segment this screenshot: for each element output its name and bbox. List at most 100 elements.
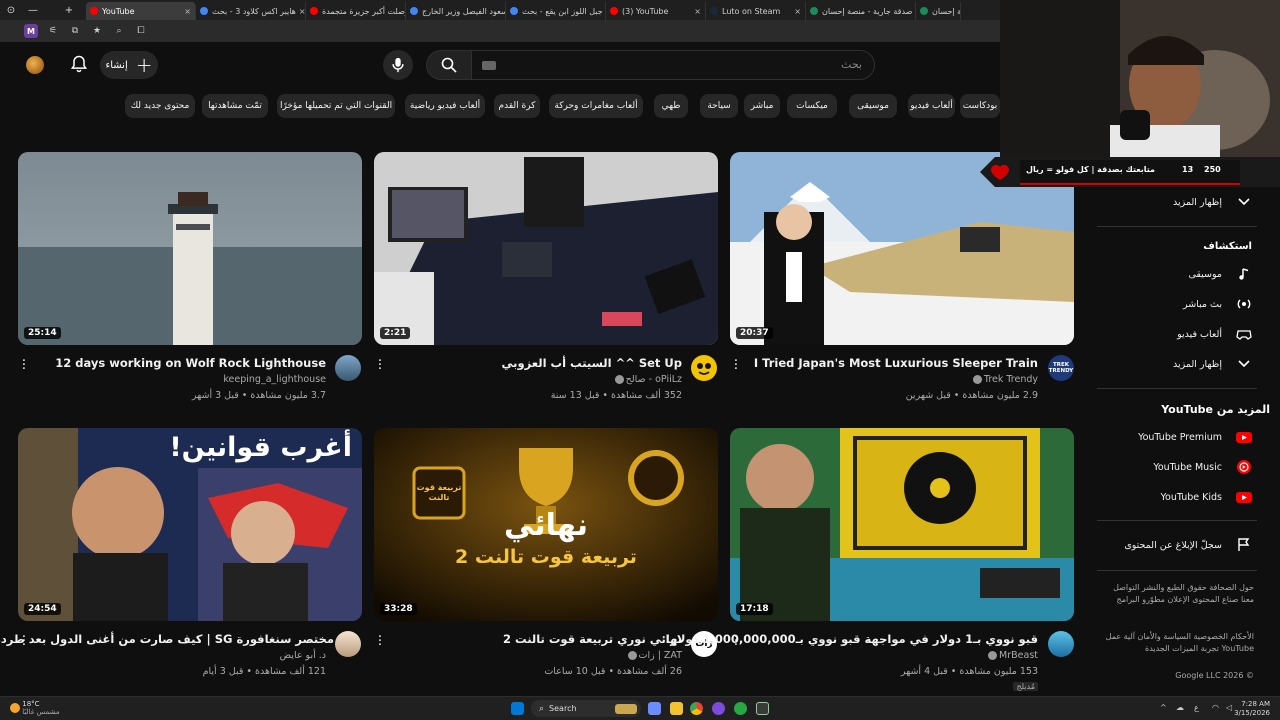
more-options-icon[interactable]: · · · <box>732 355 740 376</box>
sidebar-item-premium[interactable]: YouTube Premium <box>1138 427 1252 447</box>
star-icon[interactable]: ★ <box>90 24 104 38</box>
extension-icon[interactable]: ⚟ <box>46 24 60 38</box>
youtube-header: إنشاء + بحث <box>0 42 1000 88</box>
volume-icon[interactable]: ◁ <box>1226 703 1232 712</box>
video-thumbnail[interactable]: أغرب قوانين! 24:54 <box>18 428 362 621</box>
channel-avatar[interactable] <box>691 355 717 381</box>
window-menu-icon[interactable]: ⊙ <box>0 0 22 20</box>
channel-avatar[interactable] <box>1048 631 1074 657</box>
new-tab-button[interactable]: + <box>58 0 80 20</box>
keyboard-icon[interactable] <box>482 61 496 70</box>
tab-close-icon[interactable]: × <box>296 7 305 16</box>
browser-tab[interactable]: صدقة جارية - منصة إحسان× <box>806 2 916 20</box>
browser-tab[interactable]: منصة إحسان× <box>916 2 961 20</box>
filter-chip[interactable]: ألعاب فيديو رياضية <box>405 94 485 118</box>
browser-tab[interactable]: سعود الفيصل وزير الخارج× <box>406 2 506 20</box>
video-thumbnail[interactable]: 17:18 <box>730 428 1074 621</box>
tab-close-icon[interactable]: × <box>691 7 701 16</box>
browser-app-icon[interactable] <box>712 702 725 715</box>
video-thumbnail[interactable]: 2:21 <box>374 152 718 345</box>
create-button[interactable]: إنشاء + <box>100 51 158 79</box>
filter-chip[interactable]: سياحة <box>700 94 738 118</box>
video-thumbnail[interactable]: 25:14 <box>18 152 362 345</box>
browser-tab[interactable]: Luto on Steam × <box>706 2 806 20</box>
video-meta: 3.7 مليون مشاهدة • قبل 3 أشهر <box>191 390 326 401</box>
tray-chevron-icon[interactable]: ^ <box>1160 703 1167 712</box>
browser-tab[interactable]: هايبر اكس كلاود 3 - بحث × <box>196 2 306 20</box>
sidebar-item-kids[interactable]: YouTube Kids <box>1161 487 1252 507</box>
terminal-icon[interactable] <box>756 702 769 715</box>
filter-chip[interactable]: ميكسات <box>787 94 837 118</box>
zoom-icon[interactable]: ⌕ <box>112 24 126 38</box>
file-explorer-icon[interactable] <box>670 702 683 715</box>
channel-avatar[interactable] <box>335 631 361 657</box>
channel-avatar[interactable]: TREK TRENDY <box>1048 355 1074 381</box>
minimize-icon[interactable]: — <box>22 0 44 20</box>
sidebar-item-music-app[interactable]: YouTube Music <box>1153 457 1252 477</box>
more-options-icon[interactable]: · · · <box>732 631 740 652</box>
filter-chip[interactable]: القنوات التي تم تحميلها مؤخرًا <box>277 94 395 118</box>
search-input[interactable]: بحث <box>471 50 875 80</box>
taskview-icon[interactable] <box>648 702 661 715</box>
browser-tab[interactable]: وصلت أكبر جزيرة متجمدة× <box>306 2 406 20</box>
browser-tab[interactable]: (3) YouTube × <box>606 2 706 20</box>
chrome-icon[interactable] <box>690 702 703 715</box>
taskbar-search[interactable]: ⌕ Search <box>531 700 641 717</box>
notifications-bell-icon[interactable] <box>69 54 89 74</box>
weather-widget[interactable]: 18°C مشمس غالبًا <box>10 700 60 716</box>
video-thumbnail[interactable]: نهائي تربيعة قوت تالنت 2 تربيعة قوت تالن… <box>374 428 718 621</box>
voice-search-button[interactable] <box>383 50 413 80</box>
browser-tab[interactable]: YouTube × <box>86 2 196 20</box>
channel-name[interactable]: صالح - oPiiLz <box>613 374 682 385</box>
video-title[interactable]: قبو نووي بـ1 دولار في مواجهة قبو نووي بـ… <box>665 632 1038 646</box>
video-title[interactable]: I Tried Japan's Most Luxurious Sleeper T… <box>754 356 1038 370</box>
account-avatar[interactable] <box>26 56 44 74</box>
filter-chip[interactable]: ألعاب مغامرات وحركة <box>549 94 643 118</box>
sidebar-item-live[interactable]: بث مباشر <box>1183 294 1252 314</box>
sidebar-item-report-history[interactable]: سجلّ الإبلاغ عن المحتوى <box>1124 535 1252 555</box>
channel-name[interactable]: د. أبو عايض <box>280 650 326 661</box>
channel-name[interactable]: Trek Trendy <box>971 374 1038 385</box>
video-title[interactable]: نهائي نوري تربيعة قوت تالنت 2 <box>503 632 682 646</box>
windows-taskbar: 18°C مشمس غالبًا ⌕ Search ^ ☁ ع ◠ ◁ 7:28 … <box>0 696 1280 720</box>
app-icon[interactable] <box>734 702 747 715</box>
puzzle-icon[interactable]: ⧉ <box>68 24 82 38</box>
wifi-icon[interactable]: ◠ <box>1212 703 1219 712</box>
filter-chip[interactable]: طهي <box>654 94 688 118</box>
channel-name[interactable]: keeping_a_lighthouse <box>223 374 326 385</box>
profile-m-icon[interactable]: M <box>24 24 38 38</box>
tab-label: (3) YouTube <box>622 6 669 16</box>
filter-chip[interactable]: تمّت مشاهدتها <box>202 94 268 118</box>
sidebar-item-gaming[interactable]: ألعاب فيديو <box>1177 324 1252 344</box>
footer-links[interactable]: حول الصحافة حقوق الطبع والنشر التواصل مع… <box>1104 582 1254 606</box>
filter-chip[interactable]: محتوى جديد لك <box>125 94 195 118</box>
more-options-icon[interactable]: · · · <box>376 355 384 376</box>
tray-icon[interactable]: ☁ <box>1176 703 1184 712</box>
screenshot-icon[interactable]: ⧠ <box>134 24 148 38</box>
channel-name[interactable]: MrBeast <box>986 650 1038 661</box>
filter-chip[interactable]: بودكاست <box>960 94 1000 118</box>
more-options-icon[interactable]: · · · <box>20 355 28 376</box>
sidebar-item-music[interactable]: موسيقى <box>1188 264 1252 284</box>
taskbar-clock[interactable]: 7:28 AM 3/15/2026 <box>1234 700 1270 718</box>
language-icon[interactable]: ع <box>1194 703 1199 712</box>
more-options-icon[interactable]: · · · <box>20 631 28 652</box>
channel-avatar[interactable] <box>335 355 361 381</box>
filter-chip[interactable]: موسيقى <box>849 94 897 118</box>
more-options-icon[interactable]: · · · <box>376 631 384 652</box>
show-more-button[interactable]: إظهار المزيد <box>1173 354 1252 374</box>
channel-name[interactable]: زات | ZAT <box>626 650 682 661</box>
filter-chip[interactable]: مباشر <box>744 94 780 118</box>
footer-links[interactable]: الأحكام الخصوصية السياسة والأمان آلية عم… <box>1104 631 1254 655</box>
search-button[interactable] <box>426 50 472 80</box>
video-title[interactable]: 12 days working on Wolf Rock Lighthouse <box>55 356 326 370</box>
filter-chip[interactable]: ألعاب فيديو <box>908 94 955 118</box>
start-button-icon[interactable] <box>511 702 524 715</box>
filter-chip[interactable]: كرة القدم <box>494 94 540 118</box>
video-title[interactable]: مختصر سنغافورة SG | كيف صارت من أغنى الد… <box>0 632 334 646</box>
show-more-button[interactable]: إظهار المزيد <box>1173 192 1252 212</box>
tab-close-icon[interactable]: × <box>791 7 801 16</box>
video-title[interactable]: السيتب أب العزوبي ^^ Set Up <box>502 356 682 370</box>
tab-close-icon[interactable]: × <box>181 7 191 16</box>
browser-tab[interactable]: جبل اللوز ابن يقع - بحث× <box>506 2 606 20</box>
